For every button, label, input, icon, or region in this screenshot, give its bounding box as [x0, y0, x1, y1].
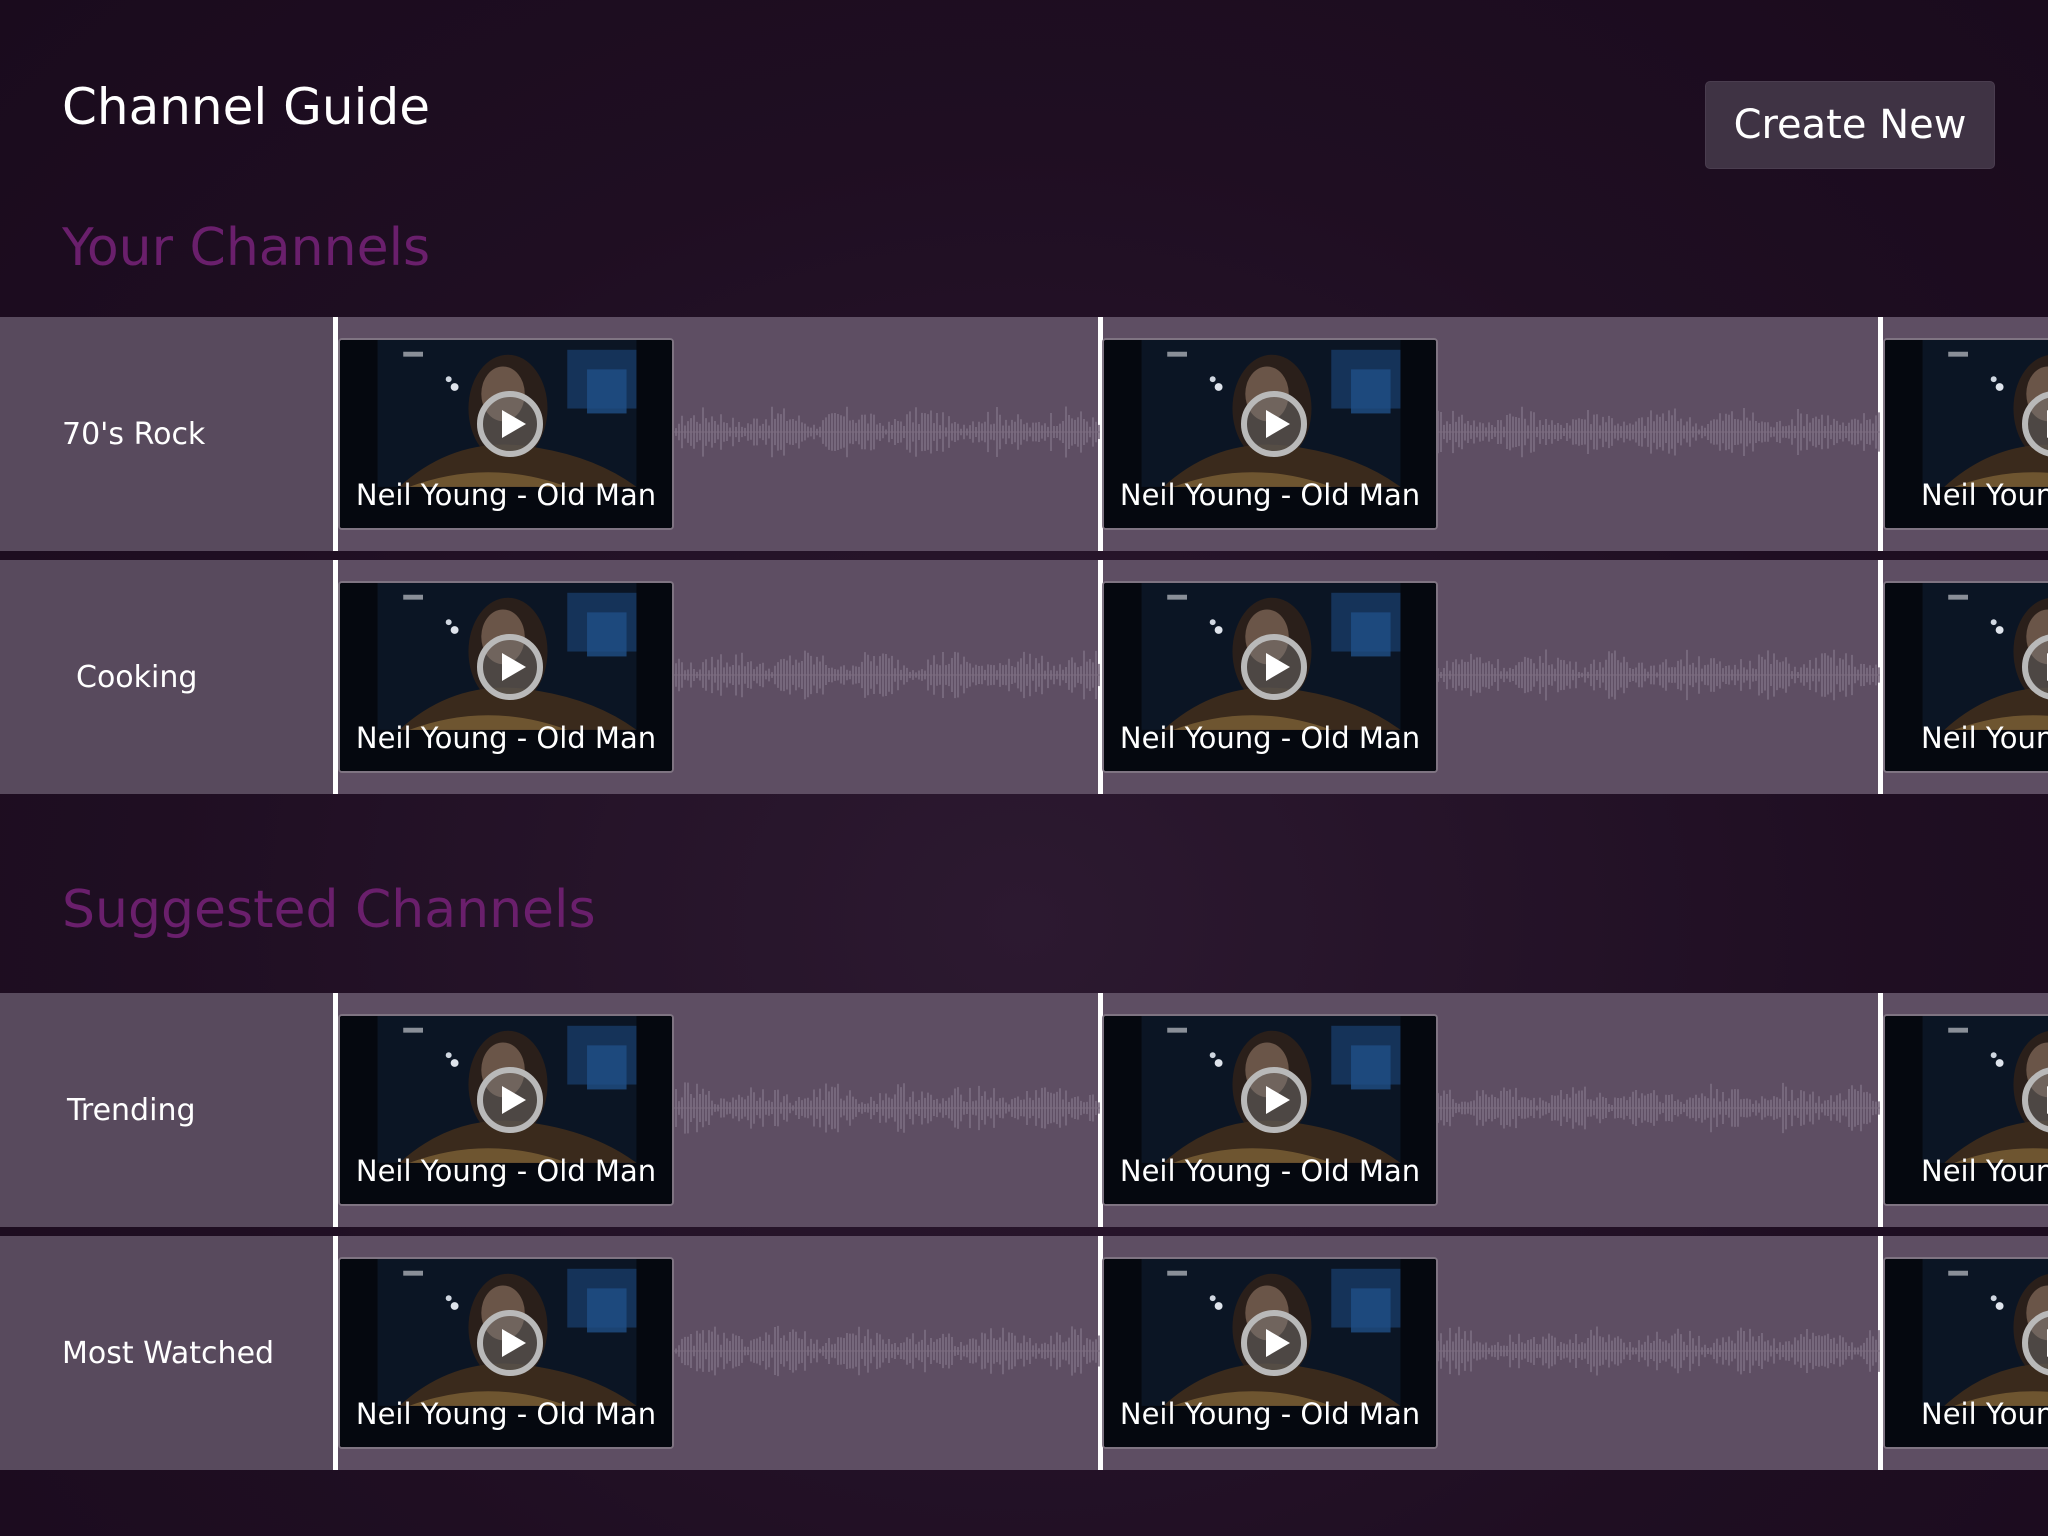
video-thumbnail[interactable]: Neil Young - Old Man [1883, 581, 2048, 773]
waveform [1435, 1326, 1880, 1376]
play-icon [477, 1067, 543, 1133]
channel-row: Cooking Neil Young - Old Man Neil Young … [0, 560, 2048, 794]
video-title: Neil Young - Old Man [1119, 478, 1421, 512]
channel-row: Trending Neil Young - Old Man Neil Young… [0, 993, 2048, 1227]
page-title: Channel Guide [62, 78, 430, 136]
section-title-suggested-channels: Suggested Channels [62, 880, 596, 940]
play-icon [2022, 634, 2048, 700]
channel-label[interactable]: Trending [0, 993, 334, 1227]
video-thumbnail[interactable]: Neil Young - Old Man [1102, 1014, 1438, 1206]
waveform [670, 1082, 1100, 1134]
channel-label[interactable]: Most Watched [0, 1236, 334, 1470]
waveform [1435, 406, 1880, 458]
video-title: Neil Young - Old Man [1119, 721, 1421, 755]
play-icon [2022, 1067, 2048, 1133]
video-title: Neil Young - Old Man [1921, 478, 2048, 512]
waveform [670, 1325, 1100, 1377]
channel-row: Most Watched Neil Young - Old Man Neil Y… [0, 1236, 2048, 1470]
channel-label[interactable]: 70's Rock [0, 317, 334, 551]
video-title: Neil Young - Old Man [355, 478, 657, 512]
waveform [1435, 1082, 1880, 1134]
video-title: Neil Young - Old Man [355, 1397, 657, 1431]
channel-label[interactable]: Cooking [0, 560, 334, 794]
video-title: Neil Young - Old Man [1921, 1397, 2048, 1431]
play-icon [1241, 634, 1307, 700]
video-thumbnail[interactable]: Neil Young - Old Man [338, 338, 674, 530]
video-title: Neil Young - Old Man [1119, 1397, 1421, 1431]
play-icon [2022, 391, 2048, 457]
video-thumbnail[interactable]: Neil Young - Old Man [338, 1257, 674, 1449]
video-title: Neil Young - Old Man [1921, 1154, 2048, 1188]
video-title: Neil Young - Old Man [1119, 1154, 1421, 1188]
play-icon [477, 1310, 543, 1376]
video-title: Neil Young - Old Man [355, 1154, 657, 1188]
video-title: Neil Young - Old Man [355, 721, 657, 755]
waveform [1435, 649, 1880, 701]
play-icon [1241, 1310, 1307, 1376]
create-new-button[interactable]: Create New [1705, 81, 1995, 169]
play-icon [1241, 391, 1307, 457]
section-title-your-channels: Your Channels [62, 218, 431, 278]
video-thumbnail[interactable]: Neil Young - Old Man [1883, 1257, 2048, 1449]
play-icon [2022, 1310, 2048, 1376]
channel-row: 70's Rock Neil Young - Old Man Neil Youn… [0, 317, 2048, 551]
video-thumbnail[interactable]: Neil Young - Old Man [1883, 338, 2048, 530]
video-thumbnail[interactable]: Neil Young - Old Man [1102, 1257, 1438, 1449]
video-thumbnail[interactable]: Neil Young - Old Man [1102, 338, 1438, 530]
waveform [670, 406, 1100, 458]
video-thumbnail[interactable]: Neil Young - Old Man [338, 1014, 674, 1206]
play-icon [1241, 1067, 1307, 1133]
waveform [670, 650, 1100, 700]
video-thumbnail[interactable]: Neil Young - Old Man [338, 581, 674, 773]
video-thumbnail[interactable]: Neil Young - Old Man [1883, 1014, 2048, 1206]
video-title: Neil Young - Old Man [1921, 721, 2048, 755]
play-icon [477, 634, 543, 700]
play-icon [477, 391, 543, 457]
video-thumbnail[interactable]: Neil Young - Old Man [1102, 581, 1438, 773]
